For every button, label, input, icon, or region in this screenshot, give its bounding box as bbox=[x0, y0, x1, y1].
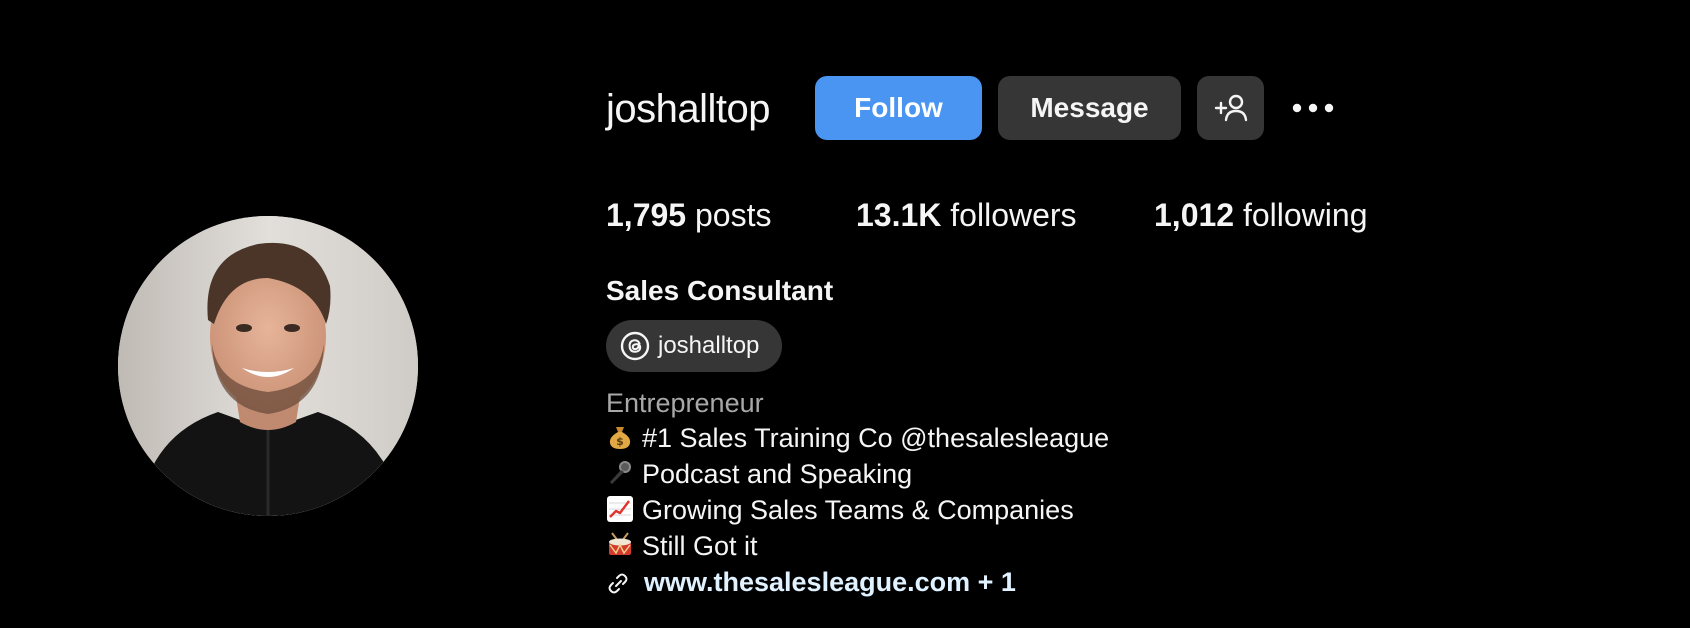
profile-stats: 1,795 posts 13.1K followers 1,012 follow… bbox=[606, 195, 1506, 235]
following-label: following bbox=[1242, 197, 1368, 233]
following-count: 1,012 bbox=[1154, 197, 1235, 233]
add-user-icon bbox=[1214, 94, 1248, 122]
chart-increasing-emoji bbox=[607, 496, 633, 522]
profile-link-text[interactable]: www.thesalesleague.com + 1 bbox=[644, 564, 1016, 600]
more-options-button[interactable] bbox=[1289, 88, 1337, 128]
bio-line: Still Got it bbox=[606, 528, 758, 564]
add-user-button[interactable] bbox=[1197, 76, 1264, 140]
profile-photo bbox=[118, 216, 418, 516]
microphone-emoji bbox=[610, 461, 631, 484]
followers-count: 13.1K bbox=[856, 197, 942, 233]
bio-text: Still Got it bbox=[642, 531, 758, 561]
svg-text:$: $ bbox=[616, 435, 624, 448]
drum-emoji bbox=[609, 532, 631, 555]
link-icon bbox=[608, 573, 628, 594]
posts-count: 1,795 bbox=[606, 197, 687, 233]
follow-button[interactable]: Follow bbox=[815, 76, 982, 140]
bio-text: Growing Sales Teams & Companies bbox=[642, 495, 1074, 525]
avatar[interactable] bbox=[118, 216, 418, 516]
message-button[interactable]: Message bbox=[998, 76, 1181, 140]
threads-handle: joshalltop bbox=[658, 332, 760, 359]
posts-stat: 1,795 posts bbox=[606, 195, 771, 235]
profile-category: Entrepreneur bbox=[606, 388, 764, 418]
followers-stat[interactable]: 13.1K followers bbox=[856, 195, 1077, 235]
bio-line: $ #1 Sales Training Co @thesalesleague bbox=[606, 420, 1109, 456]
profile-info: joshalltop Follow Message 1,795 posts 13… bbox=[606, 0, 1606, 628]
username: joshalltop bbox=[606, 87, 771, 131]
more-options-icon bbox=[1292, 103, 1334, 113]
bio-line: Growing Sales Teams & Companies bbox=[606, 492, 1074, 528]
following-stat[interactable]: 1,012 following bbox=[1154, 195, 1367, 235]
bio-line: Podcast and Speaking bbox=[606, 456, 912, 492]
followers-label: followers bbox=[950, 197, 1077, 233]
posts-label: posts bbox=[694, 197, 772, 233]
threads-icon bbox=[620, 331, 650, 361]
money-bag-emoji: $ bbox=[609, 427, 631, 449]
bio-text: Podcast and Speaking bbox=[642, 459, 913, 489]
threads-badge[interactable]: joshalltop bbox=[606, 320, 782, 372]
full-name: Sales Consultant bbox=[606, 275, 834, 306]
bio-text: #1 Sales Training Co @thesalesleague bbox=[642, 423, 1110, 453]
